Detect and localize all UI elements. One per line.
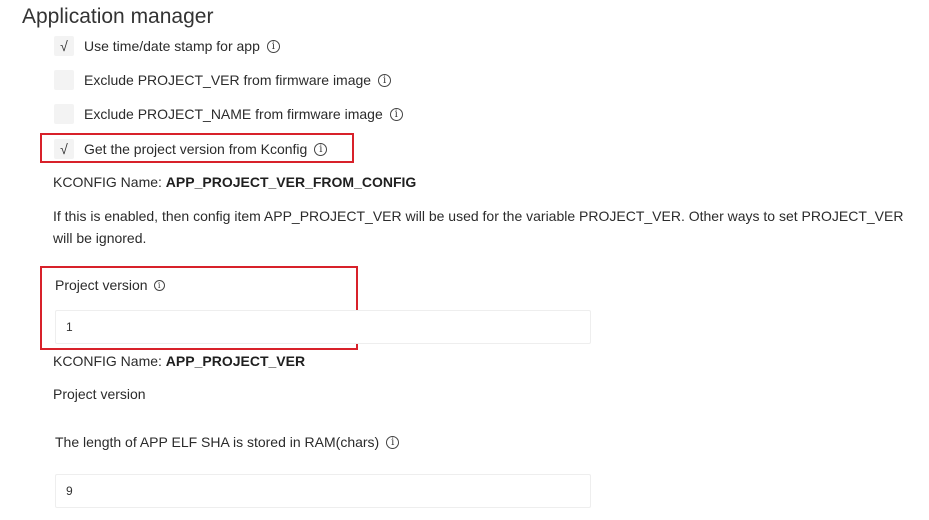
info-icon[interactable]: i — [389, 107, 403, 121]
kconfig-name-2: KCONFIG Name: APP_PROJECT_VER — [53, 353, 305, 369]
option-label: Use time/date stamp for app — [84, 38, 260, 54]
elf-sha-label: The length of APP ELF SHA is stored in R… — [55, 434, 400, 450]
field-label: The length of APP ELF SHA is stored in R… — [55, 434, 380, 450]
option-label: Exclude PROJECT_NAME from firmware image — [84, 106, 383, 122]
project-version-help-text: Project version — [53, 386, 146, 402]
field-label: Project version — [55, 277, 148, 293]
kconfig-prefix: KCONFIG Name: — [53, 174, 162, 190]
elf-sha-input[interactable]: 9 — [55, 474, 591, 508]
checkbox-exclude-project-name[interactable] — [54, 104, 74, 124]
option-exclude-project-name[interactable]: Exclude PROJECT_NAME from firmware image… — [54, 103, 403, 125]
checkbox-project-version-from-kconfig[interactable]: √ — [54, 139, 74, 159]
checkbox-exclude-project-ver[interactable] — [54, 70, 74, 90]
kconfig-value: APP_PROJECT_VER_FROM_CONFIG — [165, 174, 417, 190]
checkmark-icon: √ — [60, 141, 68, 157]
kconfig-name-1: KCONFIG Name: APP_PROJECT_VER_FROM_CONFI… — [53, 174, 416, 190]
checkbox-use-timestamp[interactable]: √ — [54, 36, 74, 56]
option-label: Exclude PROJECT_VER from firmware image — [84, 72, 372, 88]
option-description: If this is enabled, then config item APP… — [53, 208, 904, 246]
checkmark-icon: √ — [60, 38, 68, 54]
info-icon[interactable]: i — [378, 73, 392, 87]
info-icon[interactable]: i — [386, 435, 400, 449]
info-icon[interactable]: i — [266, 39, 280, 53]
option-use-timestamp[interactable]: √ Use time/date stamp for app i — [54, 35, 280, 57]
project-version-value: 1 — [66, 320, 73, 334]
elf-sha-value: 9 — [66, 484, 73, 498]
section-title: Application manager — [22, 5, 214, 28]
info-icon[interactable]: i — [153, 279, 165, 291]
option-exclude-project-ver[interactable]: Exclude PROJECT_VER from firmware image … — [54, 69, 392, 91]
option-label: Get the project version from Kconfig — [84, 141, 308, 157]
info-icon[interactable]: i — [314, 142, 328, 156]
project-version-label: Project version i — [55, 277, 165, 293]
project-version-input[interactable]: 1 — [55, 310, 591, 344]
kconfig-prefix: KCONFIG Name: — [53, 353, 162, 369]
kconfig-value: APP_PROJECT_VER — [165, 353, 306, 369]
option-project-version-from-kconfig[interactable]: √ Get the project version from Kconfig i — [54, 138, 328, 160]
